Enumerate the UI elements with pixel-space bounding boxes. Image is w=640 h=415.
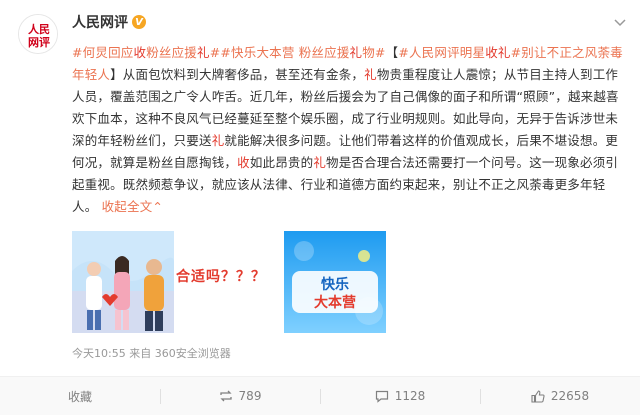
keyword-highlight: 礼 <box>313 155 327 170</box>
like-button[interactable]: 22658 <box>480 377 640 415</box>
comment-button[interactable]: 1128 <box>320 377 480 415</box>
svg-text:快乐: 快乐 <box>321 276 349 293</box>
post-image-1[interactable] <box>72 231 174 333</box>
action-bar: 收藏 789 1128 22658 <box>0 376 640 415</box>
author-name-text[interactable]: 人民网评 <box>72 12 128 32</box>
svg-text:人民: 人民 <box>28 22 50 36</box>
collapse-link[interactable]: 收起全文⌃ <box>102 199 164 214</box>
renmin-wangping-logo: 人民 网评 <box>19 15 57 53</box>
avatar[interactable]: 人民 网评 <box>18 14 58 54</box>
body-text: 】从面包饮料到大牌奢侈品，甚至还有金条， <box>110 67 365 82</box>
repost-count: 789 <box>238 389 262 403</box>
image-caption: 合适吗？？？ <box>176 269 266 285</box>
repost-icon <box>219 390 233 402</box>
body-text: 【 <box>385 45 399 60</box>
author-name[interactable]: 人民网评 V <box>72 12 146 32</box>
weibo-post-card: 人民 网评 人民网评 V #何炅回应收粉丝应援礼##快乐大本营 粉丝应援礼物#【… <box>0 0 640 415</box>
favorite-label: 收藏 <box>67 389 92 404</box>
keyword-highlight: 礼 <box>364 67 377 82</box>
chevron-up-icon: ⌃ <box>152 199 164 214</box>
keyword-highlight: 收 <box>237 155 250 170</box>
svg-text:大本营: 大本营 <box>314 294 356 311</box>
keyword-highlight: 礼 <box>211 133 225 148</box>
body-text: 如此昂贵的 <box>249 155 314 170</box>
svg-text:网评: 网评 <box>28 36 50 49</box>
like-count: 22658 <box>550 389 590 403</box>
thumbs-up-icon <box>531 389 545 403</box>
post-image-2[interactable]: 快乐 大本营 <box>284 231 386 333</box>
favorite-button[interactable]: 收藏 <box>0 377 160 415</box>
topic-link[interactable]: #何炅回应收粉丝应援礼##快乐大本营 粉丝应援礼物# <box>72 45 386 60</box>
repost-button[interactable]: 789 <box>160 377 320 415</box>
chevron-down-icon[interactable] <box>614 18 626 28</box>
comment-count: 1128 <box>394 389 426 403</box>
show-logo-image: 快乐 大本营 <box>284 231 386 333</box>
comment-icon <box>375 390 389 403</box>
verified-badge-icon: V <box>132 15 146 29</box>
post-meta: 今天10:55 来自 360安全浏览器 <box>72 347 231 360</box>
stage-photo-image <box>72 231 174 333</box>
post-body: #何炅回应收粉丝应援礼##快乐大本营 粉丝应援礼物#【#人民网评明星收礼#别让不… <box>72 42 628 218</box>
